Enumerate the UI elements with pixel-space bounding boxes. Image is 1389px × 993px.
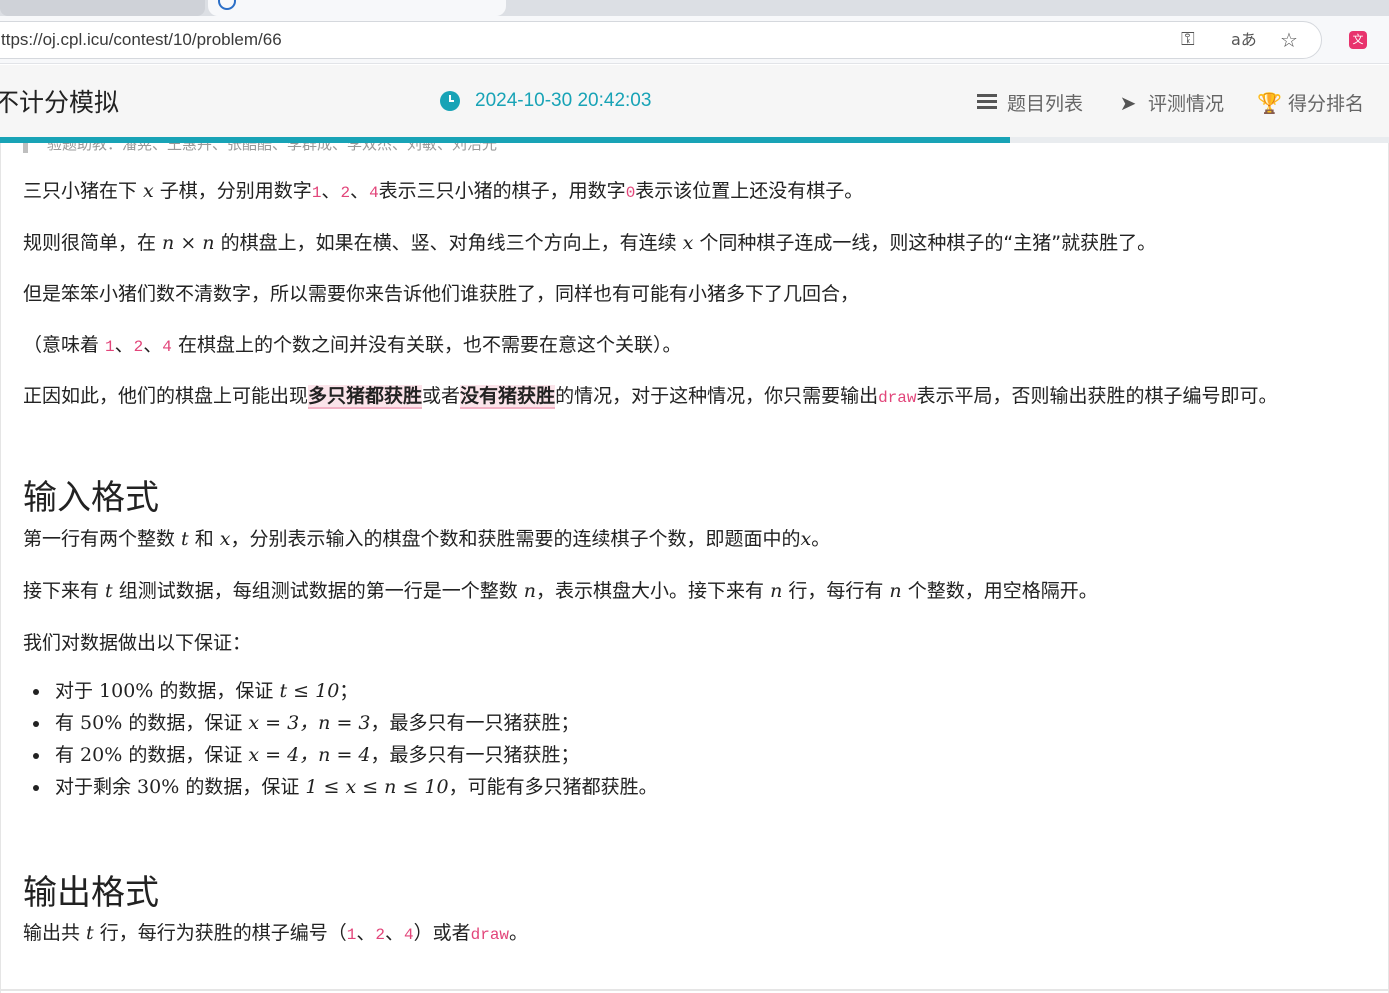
- output-paragraph-1: 输出共 t 行，每行为获胜的棋子编号（1、2、4）或者draw。: [23, 922, 529, 944]
- input-paragraph-2: 接下来有 t 组测试数据，每组测试数据的第一行是一个整数 n，表示棋盘大小。接下…: [23, 580, 1098, 602]
- browser-tab-active[interactable]: [208, 0, 506, 16]
- input-paragraph-3: 我们对数据做出以下保证：: [23, 632, 252, 654]
- emphasis-no-win: 没有猪获胜: [460, 385, 556, 409]
- paragraph-4: （意味着 1、2、4 在棋盘上的个数之间并没有关联，也不需要在意这个关联）。: [23, 334, 682, 356]
- trophy-icon: 🏆: [1257, 90, 1282, 115]
- address-bar[interactable]: ttps://oj.cpl.icu/contest/10/problem/66 …: [0, 21, 1322, 59]
- contest-header: 不计分模拟 2024-10-30 20:42:03 题目列表 ➤ 评测情况 🏆 …: [0, 65, 1389, 137]
- list-item: 对于剩余 30% 的数据，保证 1 ≤ x ≤ n ≤ 10，可能有多只猪都获胜…: [51, 771, 658, 803]
- read-aloud-icon[interactable]: aあ: [1231, 30, 1257, 50]
- output-format-heading: 输出格式: [23, 873, 159, 913]
- nav-problem-list[interactable]: 题目列表: [976, 89, 1083, 116]
- favorite-star-icon[interactable]: ☆: [1280, 30, 1298, 50]
- paragraph-1: 三只小猪在下 x 子棋，分别用数字1、2、4表示三只小猪的棋子，用数字0表示该位…: [23, 180, 864, 202]
- paper-plane-icon: ➤: [1119, 90, 1137, 115]
- list-item: 有 50% 的数据，保证 x = 3，n = 3，最多只有一只猪获胜；: [51, 707, 658, 739]
- problem-content: 验题助教：潘晃、王惠卉、张酷酷、李群成、李双杰、刘敏、刘治光 三只小猪在下 x …: [0, 143, 1389, 993]
- contest-timer: 2024-10-30 20:42:03: [440, 90, 651, 112]
- timer-text: 2024-10-30 20:42:03: [475, 90, 652, 111]
- list-icon: [976, 92, 998, 114]
- constraints-list: 对于 100% 的数据，保证 t ≤ 10； 有 50% 的数据，保证 x = …: [51, 675, 658, 803]
- paragraph-5: 正因如此，他们的棋盘上可能出现多只猪都获胜或者没有猪获胜的情况，对于这种情况，你…: [23, 385, 1278, 409]
- nav-judge-status-label: 评测情况: [1148, 93, 1225, 115]
- tab-favicon-icon: [218, 0, 236, 10]
- nav-problem-list-label: 题目列表: [1007, 93, 1084, 115]
- nav-ranking-label: 得分排名: [1288, 93, 1365, 115]
- content-bottom-border: [1, 989, 1388, 991]
- paragraph-3: 但是笨笨小猪们数不清数字，所以需要你来告诉他们谁获胜了，同样也有可能有小猪多下了…: [23, 283, 860, 305]
- key-icon[interactable]: ⚿: [1181, 30, 1195, 50]
- list-item: 有 20% 的数据，保证 x = 4，n = 4，最多只有一只猪获胜；: [51, 739, 658, 771]
- quote-bar: [23, 143, 28, 153]
- emphasis-multi-win: 多只猪都获胜: [308, 385, 423, 409]
- browser-tab-previous[interactable]: [0, 0, 205, 16]
- nav-judge-status[interactable]: ➤ 评测情况: [1117, 89, 1224, 116]
- nav-ranking[interactable]: 🏆 得分排名: [1257, 89, 1364, 116]
- browser-tab-strip: [0, 0, 1389, 16]
- address-bar-url[interactable]: ttps://oj.cpl.icu/contest/10/problem/66: [1, 30, 282, 50]
- clock-icon: [440, 91, 460, 111]
- translate-extension-icon[interactable]: 文: [1349, 31, 1367, 49]
- problem-quote: 验题助教：潘晃、王惠卉、张酷酷、李群成、李双杰、刘敏、刘治光: [47, 143, 498, 153]
- paragraph-2: 规则很简单，在 n × n 的棋盘上，如果在横、竖、对角线三个方向上，有连续 x…: [23, 232, 1157, 254]
- contest-title: 不计分模拟: [0, 88, 120, 117]
- input-format-heading: 输入格式: [23, 478, 159, 518]
- browser-toolbar: ttps://oj.cpl.icu/contest/10/problem/66 …: [0, 16, 1389, 64]
- browser-tab-next[interactable]: [510, 0, 1389, 16]
- input-paragraph-1: 第一行有两个整数 t 和 x，分别表示输入的棋盘个数和获胜需要的连续棋子个数，即…: [23, 528, 831, 550]
- list-item: 对于 100% 的数据，保证 t ≤ 10；: [51, 675, 658, 707]
